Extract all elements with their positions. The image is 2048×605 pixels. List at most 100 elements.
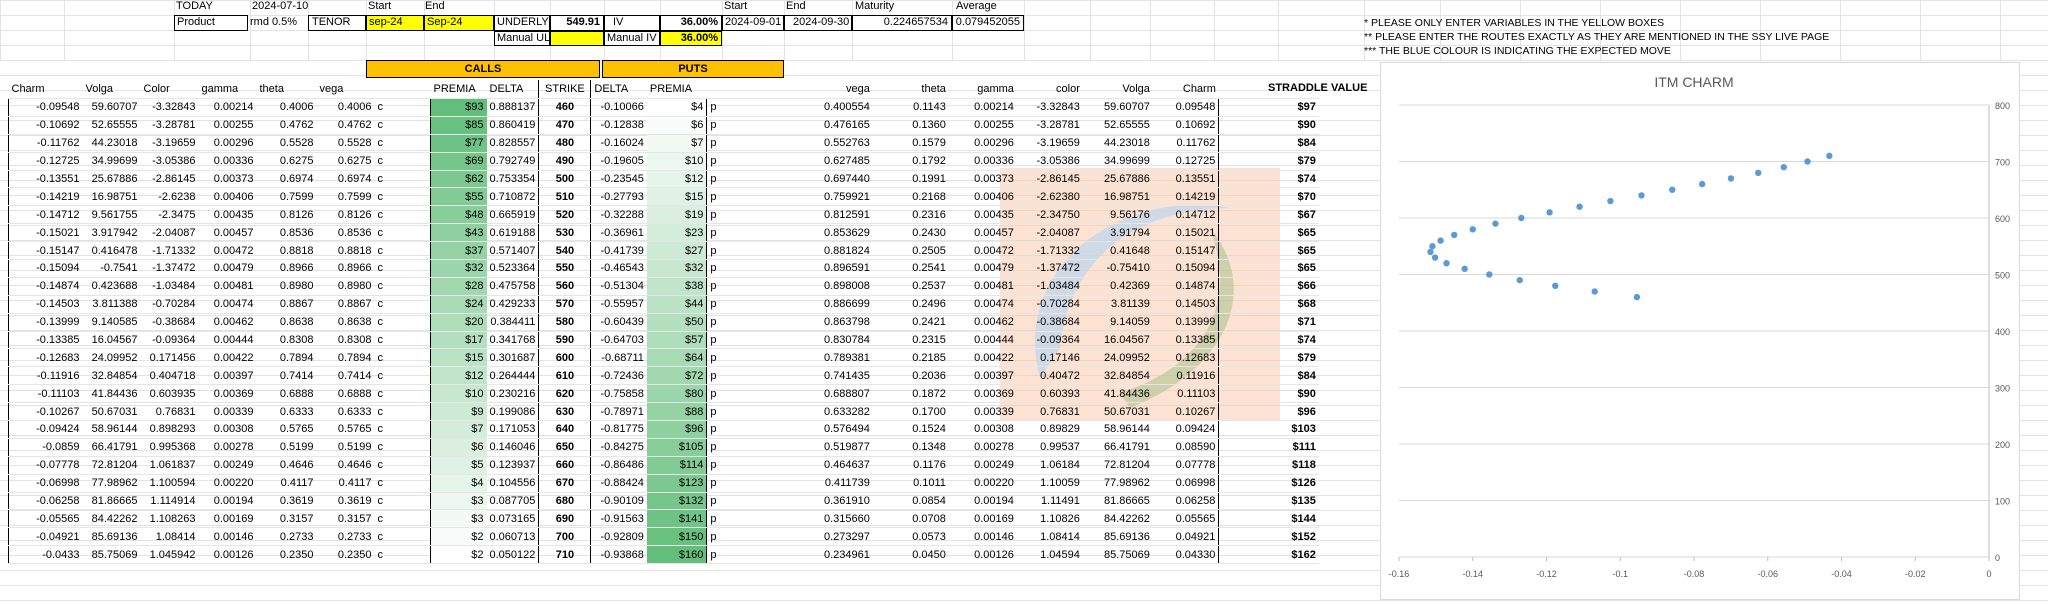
cell-call-delta: 0.199086 <box>486 402 540 422</box>
maturity-label: Maturity <box>855 0 895 12</box>
cell-put-volga: 58.96144 <box>1082 420 1153 439</box>
cell-straddle-value: $65 <box>1218 259 1319 278</box>
cell-theta: 0.8818 <box>256 241 317 261</box>
cell-put-charm: 0.12683 <box>1152 348 1220 368</box>
cell-call-flag: c <box>374 456 431 475</box>
start-input[interactable]: sep-24 <box>366 15 424 31</box>
cell-call-flag: c <box>374 366 431 386</box>
cell-put-charm: 0.06998 <box>1152 474 1220 493</box>
cell-put-charm: 0.14712 <box>1152 205 1220 225</box>
cell-call-premia: $2 <box>430 527 487 547</box>
cell-call-delta: 0.123937 <box>486 456 540 475</box>
cell-put-premia: $32 <box>646 259 708 278</box>
cell-call-delta: 0.230216 <box>486 384 540 404</box>
cell-put-gamma: 0.00462 <box>948 313 1017 332</box>
cell-put-flag: p <box>706 545 765 565</box>
cell-put-premia: $114 <box>646 456 708 475</box>
average-label: Average <box>956 0 997 12</box>
end-input[interactable]: Sep-24 <box>424 15 494 31</box>
note-1: * PLEASE ONLY ENTER VARIABLES IN THE YEL… <box>1364 17 1665 29</box>
product-value[interactable]: rmd 0.5% <box>250 16 297 28</box>
scatter-point <box>1669 186 1676 193</box>
itm-charm-chart[interactable]: ITM CHARM 0 100 200 300 400 500 600 700 800 -0.16 -… <box>1380 62 2020 600</box>
product-label: Product <box>174 15 248 31</box>
cell-straddle-value: $65 <box>1218 223 1319 243</box>
cell-call-delta: 0.060713 <box>486 527 540 547</box>
scatter-point <box>1607 197 1614 205</box>
cell-put-gamma: 0.00474 <box>948 295 1017 314</box>
cell-call-delta: 0.264444 <box>486 366 540 386</box>
cell-gamma: 0.00397 <box>198 366 257 386</box>
scatter-point <box>1633 293 1641 301</box>
cell-vega: 0.3157 <box>316 509 375 529</box>
cell-put-delta: -0.92809 <box>590 527 647 547</box>
header-put-vega: vega <box>764 80 873 99</box>
cell-gamma: 0.00214 <box>198 98 257 117</box>
cell-call-premia: $43 <box>430 223 487 243</box>
cell-gamma: 0.00422 <box>198 348 257 368</box>
cell-put-color: -3.05386 <box>1016 152 1083 171</box>
cell-volga: 41.84436 <box>82 384 141 404</box>
cell-put-premia: $19 <box>646 205 708 225</box>
cell-volga: 32.84854 <box>82 366 141 386</box>
calls-header: CALLS <box>366 60 600 78</box>
cell-put-gamma: 0.00457 <box>948 223 1017 243</box>
cell-color: -0.38684 <box>140 313 199 332</box>
cell-call-flag: c <box>374 545 431 565</box>
cell-put-delta: -0.93868 <box>590 545 647 565</box>
header-color: Color <box>140 80 199 99</box>
cell-put-volga: 16.98751 <box>1082 187 1153 207</box>
cell-put-flag: p <box>706 366 765 386</box>
cell-put-delta: -0.68711 <box>590 348 647 368</box>
cell-strike: 510 <box>538 187 592 207</box>
cell-charm: -0.09424 <box>8 420 83 439</box>
cell-color: -2.04087 <box>140 223 199 243</box>
cell-put-flag: p <box>706 492 765 511</box>
cell-put-volga: 3.91794 <box>1082 223 1153 243</box>
cell-put-volga: 72.81204 <box>1082 456 1153 475</box>
y-tick-label: 100 <box>1995 497 2010 507</box>
cell-theta: 0.8966 <box>256 259 317 278</box>
cell-strike: 480 <box>538 134 592 153</box>
cell-call-delta: 0.146046 <box>486 438 540 457</box>
cell-put-theta: 0.1360 <box>872 116 949 135</box>
cell-put-delta: -0.10066 <box>590 98 647 117</box>
cell-put-delta: -0.41739 <box>590 241 647 261</box>
scatter-point <box>1804 158 1811 165</box>
cell-volga: 0.423688 <box>82 277 141 296</box>
manual-ul-input[interactable] <box>550 31 604 46</box>
cell-theta: 0.7599 <box>256 187 317 207</box>
cell-strike: 710 <box>538 545 592 565</box>
cell-call-delta: 0.710872 <box>486 187 540 207</box>
cell-call-flag: c <box>374 259 431 278</box>
cell-call-premia: $62 <box>430 170 487 189</box>
table-row: -0.11762 44.23018 -3.19659 0.00296 0.5528 0.5… <box>8 134 1319 153</box>
cell-charm: -0.14874 <box>8 277 83 296</box>
manual-ul-label: Manual UL <box>494 31 550 46</box>
cell-call-flag: c <box>374 384 431 404</box>
manual-iv-label: Manual IV <box>604 31 660 46</box>
cell-put-charm: 0.13385 <box>1152 331 1220 350</box>
cell-put-volga: 44.23018 <box>1082 134 1153 153</box>
cell-color: 1.100594 <box>140 474 199 493</box>
cell-put-volga: -0.75410 <box>1082 259 1153 278</box>
cell-call-premia: $10 <box>430 384 487 404</box>
cell-call-premia: $77 <box>430 134 487 153</box>
scatter-point <box>1638 192 1645 199</box>
cell-put-vega: 0.411739 <box>764 474 873 493</box>
cell-call-flag: c <box>374 492 431 511</box>
cell-gamma: 0.00369 <box>198 384 257 404</box>
cell-put-vega: 0.552763 <box>764 134 873 153</box>
manual-iv-input[interactable]: 36.00% <box>660 31 722 46</box>
table-row: -0.06258 81.86665 1.114914 0.00194 0.3619 0.3… <box>8 492 1319 511</box>
cell-call-flag: c <box>374 438 431 457</box>
underlying-value: 549.91 <box>550 15 604 31</box>
cell-put-premia: $4 <box>646 98 708 117</box>
cell-put-charm: 0.11762 <box>1152 134 1220 153</box>
cell-volga: 9.140585 <box>82 313 141 332</box>
cell-put-theta: 0.1348 <box>872 438 949 457</box>
cell-color: -0.70284 <box>140 295 199 314</box>
cell-vega: 0.5199 <box>316 438 375 457</box>
cell-straddle-value: $84 <box>1218 366 1319 386</box>
header-blank-p <box>706 80 765 99</box>
